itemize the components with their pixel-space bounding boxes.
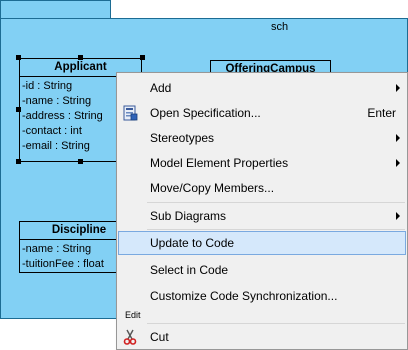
resize-handle[interactable] bbox=[78, 159, 83, 164]
menu-item-label: Model Element Properties bbox=[150, 156, 289, 170]
diagram-canvas[interactable]: sch Applicant -id : String -name : Strin… bbox=[0, 0, 408, 350]
menu-item-model-element-properties[interactable]: Model Element Properties bbox=[118, 151, 406, 175]
menu-item-select-in-code[interactable]: Select in Code bbox=[118, 258, 406, 282]
resize-handle[interactable] bbox=[78, 55, 83, 60]
menu-item-customize-code-synchronization[interactable]: Customize Code Synchronization... bbox=[118, 284, 406, 308]
resize-handle[interactable] bbox=[16, 159, 21, 164]
menu-item-label: Stereotypes bbox=[150, 131, 215, 145]
menu-item-label: Open Specification... bbox=[150, 106, 261, 120]
menu-item-label: Add bbox=[150, 81, 172, 95]
package-tab[interactable] bbox=[0, 0, 111, 19]
submenu-arrow-icon bbox=[396, 159, 400, 167]
menu-item-label: Select in Code bbox=[150, 263, 229, 277]
scissors-icon bbox=[122, 329, 138, 345]
submenu-arrow-icon bbox=[396, 134, 400, 142]
menu-separator bbox=[147, 202, 405, 203]
menu-item-update-to-code[interactable]: Update to Code bbox=[118, 231, 406, 255]
menu-separator bbox=[147, 323, 405, 324]
resize-handle[interactable] bbox=[140, 55, 145, 60]
menu-item-move-copy-members[interactable]: Move/Copy Members... bbox=[118, 176, 406, 200]
package-name: sch bbox=[271, 21, 289, 33]
menu-separator bbox=[147, 229, 405, 230]
menu-item-label: Update to Code bbox=[150, 236, 235, 250]
menu-item-label: Cut bbox=[150, 330, 169, 344]
context-menu: Add Open Specification... Enter Stereoty… bbox=[116, 72, 408, 350]
menu-item-stereotypes[interactable]: Stereotypes bbox=[118, 126, 406, 150]
menu-item-label: Move/Copy Members... bbox=[150, 181, 275, 195]
menu-item-sub-diagrams[interactable]: Sub Diagrams bbox=[118, 204, 406, 228]
specification-icon bbox=[122, 105, 138, 121]
resize-handle[interactable] bbox=[16, 107, 21, 112]
submenu-arrow-icon bbox=[396, 84, 400, 92]
menu-item-label: Customize Code Synchronization... bbox=[150, 289, 338, 303]
submenu-arrow-icon bbox=[396, 212, 400, 220]
menu-item-shortcut: Enter bbox=[367, 106, 396, 120]
menu-item-label: Sub Diagrams bbox=[150, 209, 227, 223]
menu-item-open-specification[interactable]: Open Specification... Enter bbox=[118, 101, 406, 125]
menu-item-cut[interactable]: Cut bbox=[118, 325, 406, 349]
menu-item-add[interactable]: Add bbox=[118, 76, 406, 100]
menu-group-label-edit: Edit bbox=[125, 310, 141, 320]
resize-handle[interactable] bbox=[16, 55, 21, 60]
